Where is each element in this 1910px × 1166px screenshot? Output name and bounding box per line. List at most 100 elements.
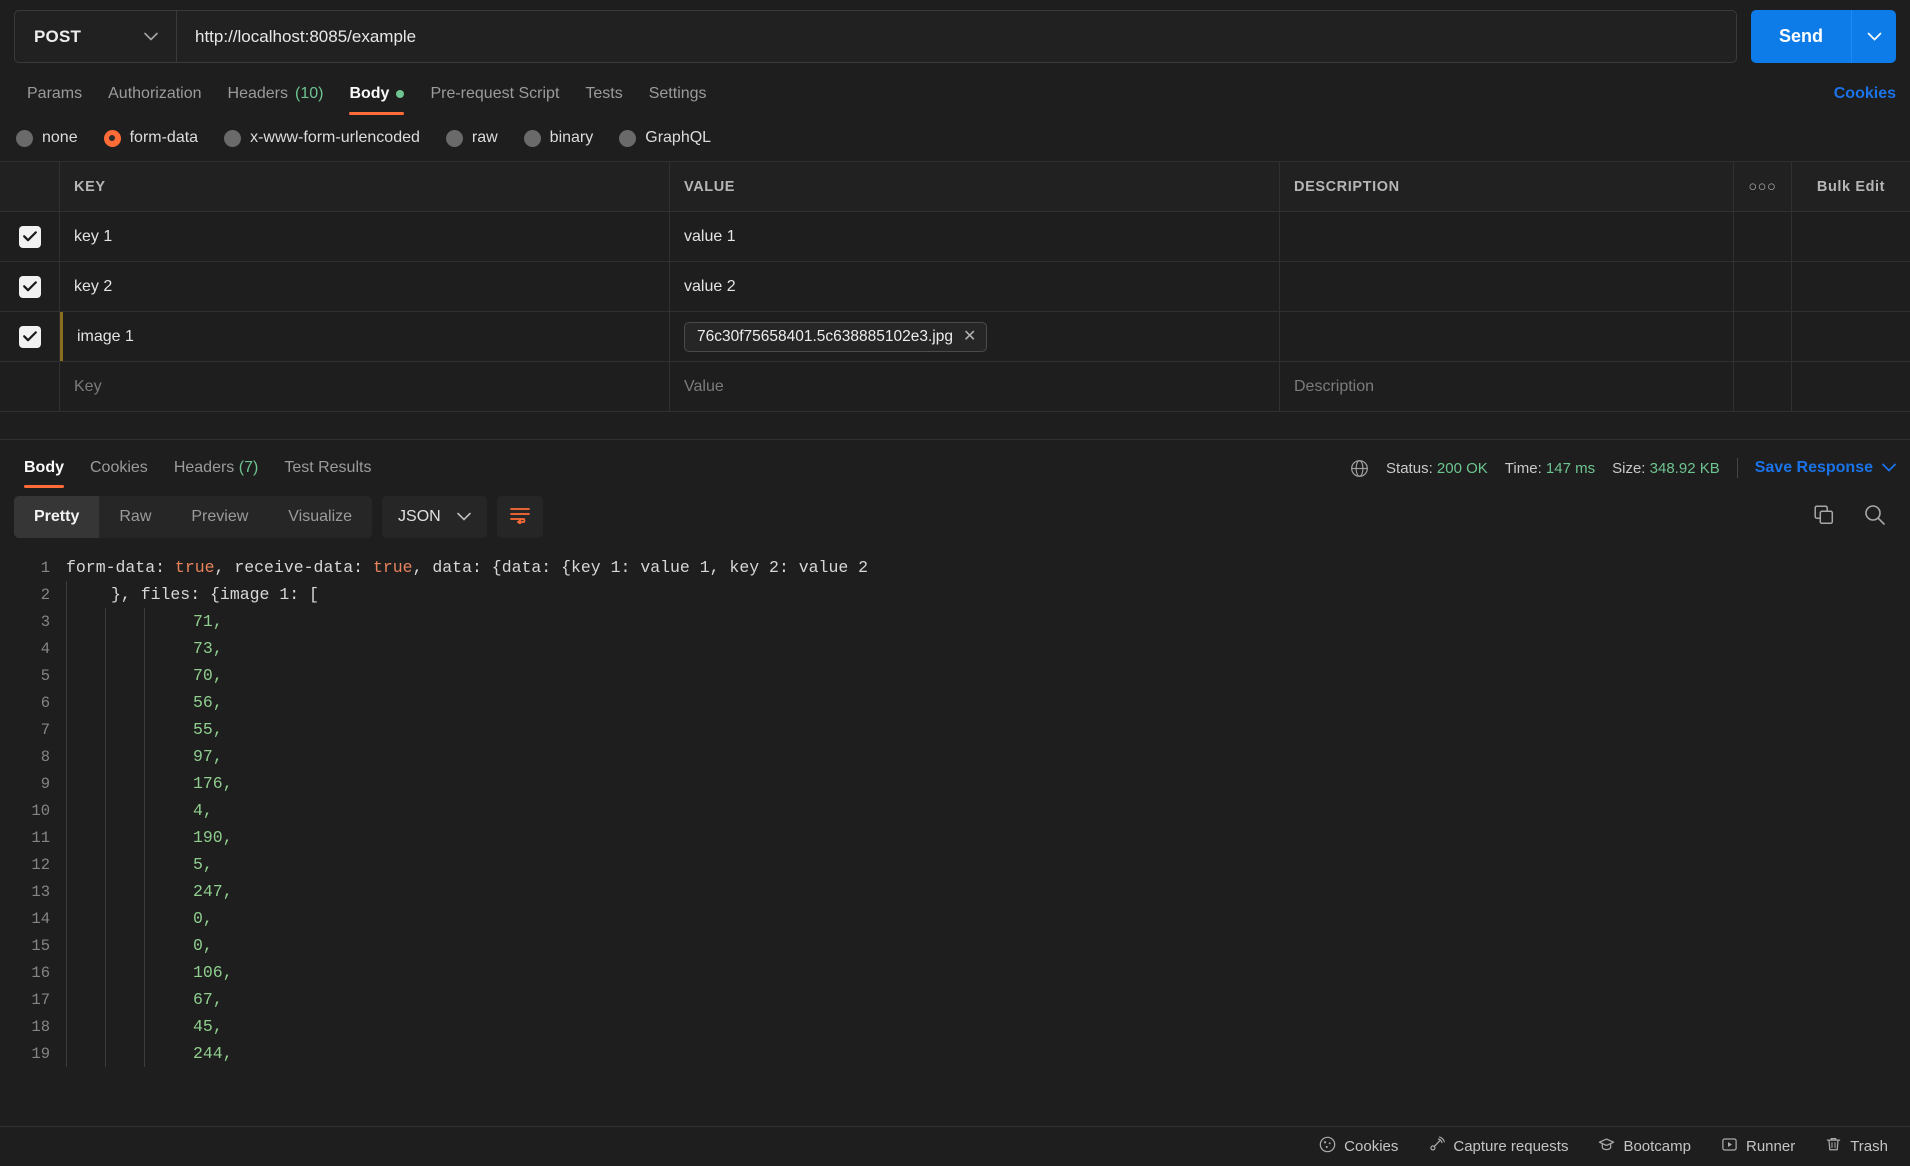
table-options-button[interactable]: ○○○ — [1734, 162, 1792, 211]
save-response-button[interactable]: Save Response — [1755, 459, 1896, 477]
code-text: form-data: true, receive-data: true, dat… — [66, 558, 869, 577]
code-line: 9 176, — [0, 770, 1910, 797]
new-description-input[interactable]: Description — [1280, 362, 1734, 411]
response-tab-body[interactable]: Body — [14, 459, 77, 488]
response-tabs: Body Cookies Headers (7) Test Results St… — [0, 440, 1910, 488]
footer-trash-button[interactable]: Trash — [1825, 1136, 1888, 1157]
code-line: 1 form-data: true, receive-data: true, d… — [0, 554, 1910, 581]
view-mode-preview[interactable]: Preview — [171, 496, 268, 538]
footer-label: Capture requests — [1453, 1138, 1569, 1155]
send-options-caret-icon[interactable] — [1852, 10, 1896, 63]
row-checkbox-cell[interactable] — [0, 312, 60, 361]
time-label: Time: — [1504, 459, 1542, 477]
tab-authorization[interactable]: Authorization — [95, 85, 214, 115]
row-spacer-bulk — [1792, 262, 1910, 311]
indent-guides — [66, 824, 183, 851]
row-spacer-bulk — [1792, 212, 1910, 261]
footer-bootcamp-button[interactable]: Bootcamp — [1598, 1136, 1691, 1157]
postman-app: POST http://localhost:8085/example Send … — [0, 0, 1910, 1166]
row-description-input[interactable] — [1280, 312, 1734, 361]
radio-label: raw — [471, 129, 498, 146]
view-mode-visualize[interactable]: Visualize — [268, 496, 372, 538]
code-text: 71, — [193, 612, 223, 631]
code-text: 97, — [193, 747, 223, 766]
code-line: 5 70, — [0, 662, 1910, 689]
row-value-text: value 1 — [684, 227, 736, 245]
header-description: DESCRIPTION — [1280, 162, 1734, 211]
format-selector[interactable]: JSON — [382, 496, 487, 538]
line-number: 10 — [31, 801, 50, 820]
row-key-input[interactable]: image 1 — [63, 312, 670, 361]
row-description-input[interactable] — [1280, 262, 1734, 311]
file-chip[interactable]: 76c30f75658401.5c638885102e3.jpg ✕ — [684, 321, 988, 352]
body-type-binary[interactable]: binary — [523, 129, 593, 147]
tab-pre-request-script[interactable]: Pre-request Script — [417, 85, 572, 115]
row-spacer-dots — [1734, 362, 1792, 411]
trash-icon — [1825, 1136, 1842, 1157]
code-line: 12 5, — [0, 851, 1910, 878]
footer-capture-requests-button[interactable]: Capture requests — [1428, 1136, 1568, 1157]
body-type-form-data[interactable]: form-data — [103, 129, 198, 147]
indent-guides — [66, 905, 183, 932]
response-tab-headers[interactable]: Headers (7) — [161, 459, 272, 488]
view-mode-pretty[interactable]: Pretty — [14, 496, 100, 538]
tab-label: Pre-request Script — [430, 85, 560, 102]
copy-icon[interactable] — [1813, 504, 1835, 531]
tab-params[interactable]: Params — [14, 85, 95, 115]
code-line: 19 244, — [0, 1040, 1910, 1067]
bulk-edit-button[interactable]: Bulk Edit — [1792, 162, 1910, 211]
indent-guides — [66, 662, 183, 689]
tab-settings[interactable]: Settings — [636, 85, 720, 115]
code-text: 0, — [193, 909, 213, 928]
word-wrap-toggle[interactable] — [496, 496, 543, 538]
remove-file-icon[interactable]: ✕ — [963, 328, 976, 345]
body-type-none[interactable]: none — [16, 129, 78, 147]
footer-cookies-button[interactable]: Cookies — [1319, 1136, 1398, 1157]
save-response-label: Save Response — [1754, 459, 1873, 476]
indent-guides — [66, 851, 183, 878]
radio-icon — [523, 129, 541, 147]
pane-splitter[interactable] — [0, 412, 1910, 440]
search-icon[interactable] — [1863, 503, 1886, 531]
request-cookies-link[interactable]: Cookies — [1834, 85, 1896, 115]
response-body-code[interactable]: 1 form-data: true, receive-data: true, d… — [0, 548, 1910, 1126]
checkbox-checked-icon[interactable] — [18, 225, 41, 248]
row-file-cell[interactable]: 76c30f75658401.5c638885102e3.jpg ✕ — [670, 312, 1280, 361]
tab-label: Body — [349, 85, 390, 102]
body-type-raw[interactable]: raw — [445, 129, 498, 147]
body-type-graphql[interactable]: GraphQL — [619, 129, 711, 147]
tab-body[interactable]: Body — [336, 85, 417, 115]
http-method-selector[interactable]: POST — [15, 11, 177, 62]
format-label: JSON — [398, 508, 441, 525]
footer-runner-button[interactable]: Runner — [1721, 1136, 1795, 1157]
row-checkbox-cell[interactable] — [0, 212, 60, 261]
graduation-cap-icon — [1598, 1136, 1615, 1157]
row-value-input[interactable]: value 1 — [670, 212, 1280, 261]
code-text: 4, — [193, 801, 213, 820]
row-value-input[interactable]: value 2 — [670, 262, 1280, 311]
tab-label: Params — [27, 85, 83, 102]
new-key-input[interactable]: Key — [60, 362, 670, 411]
line-number: 1 — [40, 558, 50, 577]
time-block: Time: 147 ms — [1505, 460, 1595, 477]
send-button[interactable]: Send — [1751, 10, 1852, 63]
view-mode-raw[interactable]: Raw — [99, 496, 171, 538]
row-checkbox-cell[interactable] — [0, 262, 60, 311]
row-key-input[interactable]: key 1 — [60, 212, 670, 261]
checkbox-checked-icon[interactable] — [18, 325, 41, 348]
code-line: 18 45, — [0, 1013, 1910, 1040]
row-checkbox-cell[interactable] — [0, 362, 60, 411]
code-text: 247, — [193, 882, 233, 901]
response-tab-test-results[interactable]: Test Results — [271, 459, 384, 488]
checkbox-checked-icon[interactable] — [18, 275, 41, 298]
url-input[interactable]: http://localhost:8085/example — [177, 11, 1736, 62]
row-description-input[interactable] — [1280, 212, 1734, 261]
cookie-icon — [1319, 1136, 1336, 1157]
new-value-input[interactable]: Value — [670, 362, 1280, 411]
view-mode-segmented-control: Pretty Raw Preview Visualize — [14, 496, 373, 538]
body-type-urlencoded[interactable]: x-www-form-urlencoded — [224, 129, 420, 147]
tab-headers[interactable]: Headers (10) — [215, 85, 337, 115]
tab-tests[interactable]: Tests — [572, 85, 635, 115]
row-key-input[interactable]: key 2 — [60, 262, 670, 311]
response-tab-cookies[interactable]: Cookies — [77, 459, 161, 488]
